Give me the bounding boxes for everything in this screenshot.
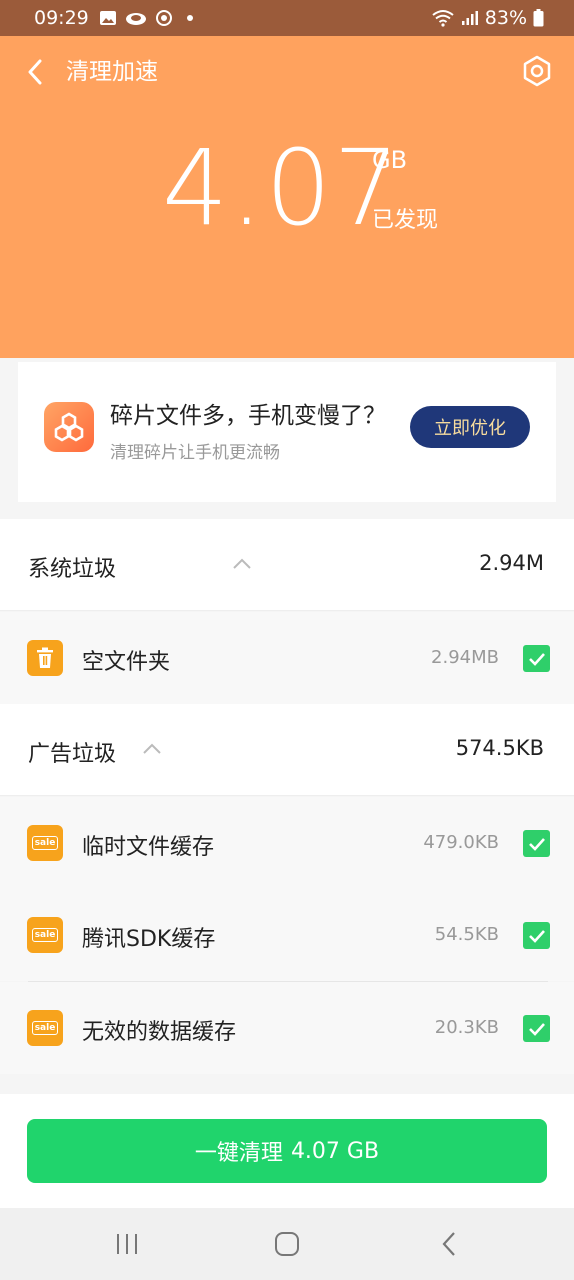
promo-card[interactable]: 碎片文件多，手机变慢了？ 清理碎片让手机更流畅 立即优化 xyxy=(18,362,556,502)
item-size: 479.0KB xyxy=(423,832,499,853)
trash-icon xyxy=(27,640,63,676)
battery-percent: 83% xyxy=(484,7,527,29)
notification-dot-icon xyxy=(186,15,193,21)
item-name: 空文件夹 xyxy=(82,650,171,675)
item-name: 腾讯SDK缓存 xyxy=(82,927,216,952)
item-name: 无效的数据缓存 xyxy=(82,1020,237,1045)
chevron-up-icon xyxy=(143,743,161,754)
section-label: 系统垃圾 xyxy=(28,557,117,582)
settings-button[interactable] xyxy=(520,54,554,88)
battery-icon xyxy=(533,9,544,27)
section-size: 2.94M xyxy=(479,551,544,575)
list-item-temp-file-cache[interactable]: sale 临时文件缓存 479.0KB xyxy=(0,797,574,889)
sale-icon: sale xyxy=(27,1010,63,1046)
check-icon xyxy=(528,652,545,666)
promo-subtitle: 清理碎片让手机更流畅 xyxy=(110,443,280,463)
clean-button-label: 一键清理 xyxy=(194,1141,283,1166)
item-size: 20.3KB xyxy=(434,1017,499,1038)
hexagon-settings-icon xyxy=(523,55,551,87)
list-item-empty-folder[interactable]: 空文件夹 2.94MB xyxy=(0,612,574,704)
list-item-tencent-sdk-cache[interactable]: sale 腾讯SDK缓存 54.5KB xyxy=(0,889,574,981)
page-title: 清理加速 xyxy=(66,59,158,85)
promo-title: 碎片文件多，手机变慢了？ xyxy=(110,403,386,429)
back-button[interactable] xyxy=(20,54,50,90)
item-size: 54.5KB xyxy=(434,924,499,945)
item-checkbox[interactable] xyxy=(523,645,550,672)
item-checkbox[interactable] xyxy=(523,830,550,857)
header: 清理加速 4.07 GB 已发现 xyxy=(0,36,574,358)
item-name: 临时文件缓存 xyxy=(82,835,215,860)
system-navigation-bar xyxy=(0,1208,574,1280)
sale-icon: sale xyxy=(27,917,63,953)
back-arrow-icon xyxy=(442,1232,455,1256)
sync-icon xyxy=(155,10,172,26)
check-icon xyxy=(528,837,545,851)
one-click-clean-button[interactable]: 一键清理 4.07 GB xyxy=(27,1119,547,1183)
recent-apps-icon xyxy=(117,1234,137,1254)
home-button[interactable] xyxy=(267,1228,307,1260)
fragment-app-icon xyxy=(44,402,94,452)
chevron-left-icon xyxy=(28,59,42,85)
found-size: 4.07 xyxy=(162,127,402,249)
chevron-up-icon xyxy=(233,558,251,569)
gallery-icon xyxy=(99,11,116,25)
section-size: 574.5KB xyxy=(455,736,544,760)
sale-icon: sale xyxy=(27,825,63,861)
nav-back-button[interactable] xyxy=(429,1228,469,1260)
recent-apps-button[interactable] xyxy=(107,1228,147,1260)
list-item-invalid-data-cache[interactable]: sale 无效的数据缓存 20.3KB xyxy=(0,982,574,1074)
wifi-icon xyxy=(432,10,454,27)
optimize-now-button[interactable]: 立即优化 xyxy=(410,406,530,448)
cloud-app-icon xyxy=(125,13,146,25)
check-icon xyxy=(528,929,545,943)
item-checkbox[interactable] xyxy=(523,1015,550,1042)
status-bar: 09:29 83% xyxy=(0,0,574,36)
section-header-ad-junk[interactable]: 广告垃圾 574.5KB xyxy=(0,704,574,796)
status-time: 09:29 xyxy=(34,7,89,29)
item-size: 2.94MB xyxy=(431,647,499,668)
bottom-action-area: 一键清理 4.07 GB xyxy=(0,1094,574,1208)
item-checkbox[interactable] xyxy=(523,922,550,949)
check-icon xyxy=(528,1022,545,1036)
clean-button-size: 4.07 GB xyxy=(290,1138,380,1164)
section-header-system-junk[interactable]: 系统垃圾 2.94M xyxy=(0,519,574,611)
section-label: 广告垃圾 xyxy=(28,742,117,767)
home-icon xyxy=(275,1232,299,1256)
signal-icon xyxy=(461,11,478,25)
found-unit: GB xyxy=(372,146,408,174)
found-label: 已发现 xyxy=(372,208,439,233)
